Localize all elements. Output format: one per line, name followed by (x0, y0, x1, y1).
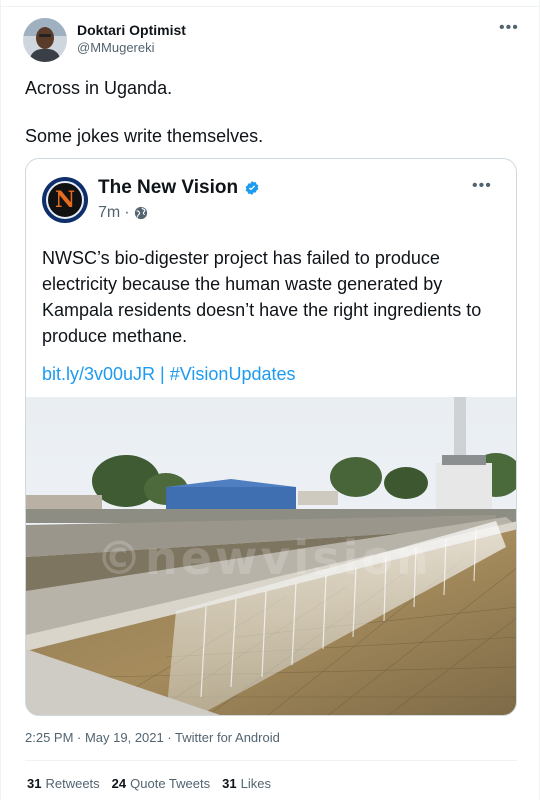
likes-label: Likes (240, 776, 271, 791)
quoted-text: NWSC’s bio-digester project has failed t… (42, 248, 482, 346)
retweets-stat[interactable]: 31 Retweets (27, 776, 100, 791)
retweets-count: 31 (27, 776, 42, 791)
likes-count: 31 (222, 776, 237, 791)
quoted-link[interactable]: bit.ly/3v00uJR | #VisionUpdates (42, 364, 296, 385)
quoted-more-options-icon[interactable]: ••• (472, 177, 492, 195)
avatar[interactable] (23, 18, 67, 62)
top-divider (1, 6, 540, 7)
separator-dot: · (124, 204, 130, 221)
likes-stat[interactable]: 31 Likes (222, 776, 271, 791)
new-vision-logo[interactable]: N (42, 177, 88, 223)
quote-tweets-stat[interactable]: 24 Quote Tweets (112, 776, 210, 791)
tweet-line-1: Across in Uganda. (25, 78, 173, 98)
quoted-time: 7m (98, 204, 121, 221)
retweets-label: Retweets (45, 776, 100, 791)
tweet-timestamp[interactable]: 2:25 PM · May 19, 2021 · Twitter for And… (25, 730, 280, 745)
tweet-line-2: Some jokes write themselves. (25, 126, 264, 146)
quoted-author-label: The New Vision (98, 177, 239, 198)
tweet-container: Doktari Optimist @MMugereki ••• Across i… (0, 0, 540, 800)
quotes-count: 24 (111, 776, 127, 791)
author-handle[interactable]: @MMugereki (77, 40, 155, 55)
logo-letter: N (46, 181, 84, 219)
author-display-name[interactable]: Doktari Optimist (77, 22, 186, 38)
quotes-label: Quote Tweets (130, 776, 211, 791)
stats-divider-top (25, 760, 517, 761)
quoted-timestamp: 7m · (98, 204, 148, 222)
more-options-icon[interactable]: ••• (499, 19, 519, 37)
engagement-stats: 31 Retweets 24 Quote Tweets 31 Likes (27, 776, 271, 791)
photo-watermark: ©newvision (96, 531, 432, 585)
quoted-photo[interactable]: ©newvision (26, 397, 516, 715)
quoted-tweet-card[interactable]: N The New Vision 7m · ••• NWSC’s bio-dig… (25, 158, 517, 716)
quoted-author-name[interactable]: The New Vision (98, 177, 260, 199)
globe-icon (134, 206, 147, 220)
verified-badge-icon (245, 181, 259, 195)
